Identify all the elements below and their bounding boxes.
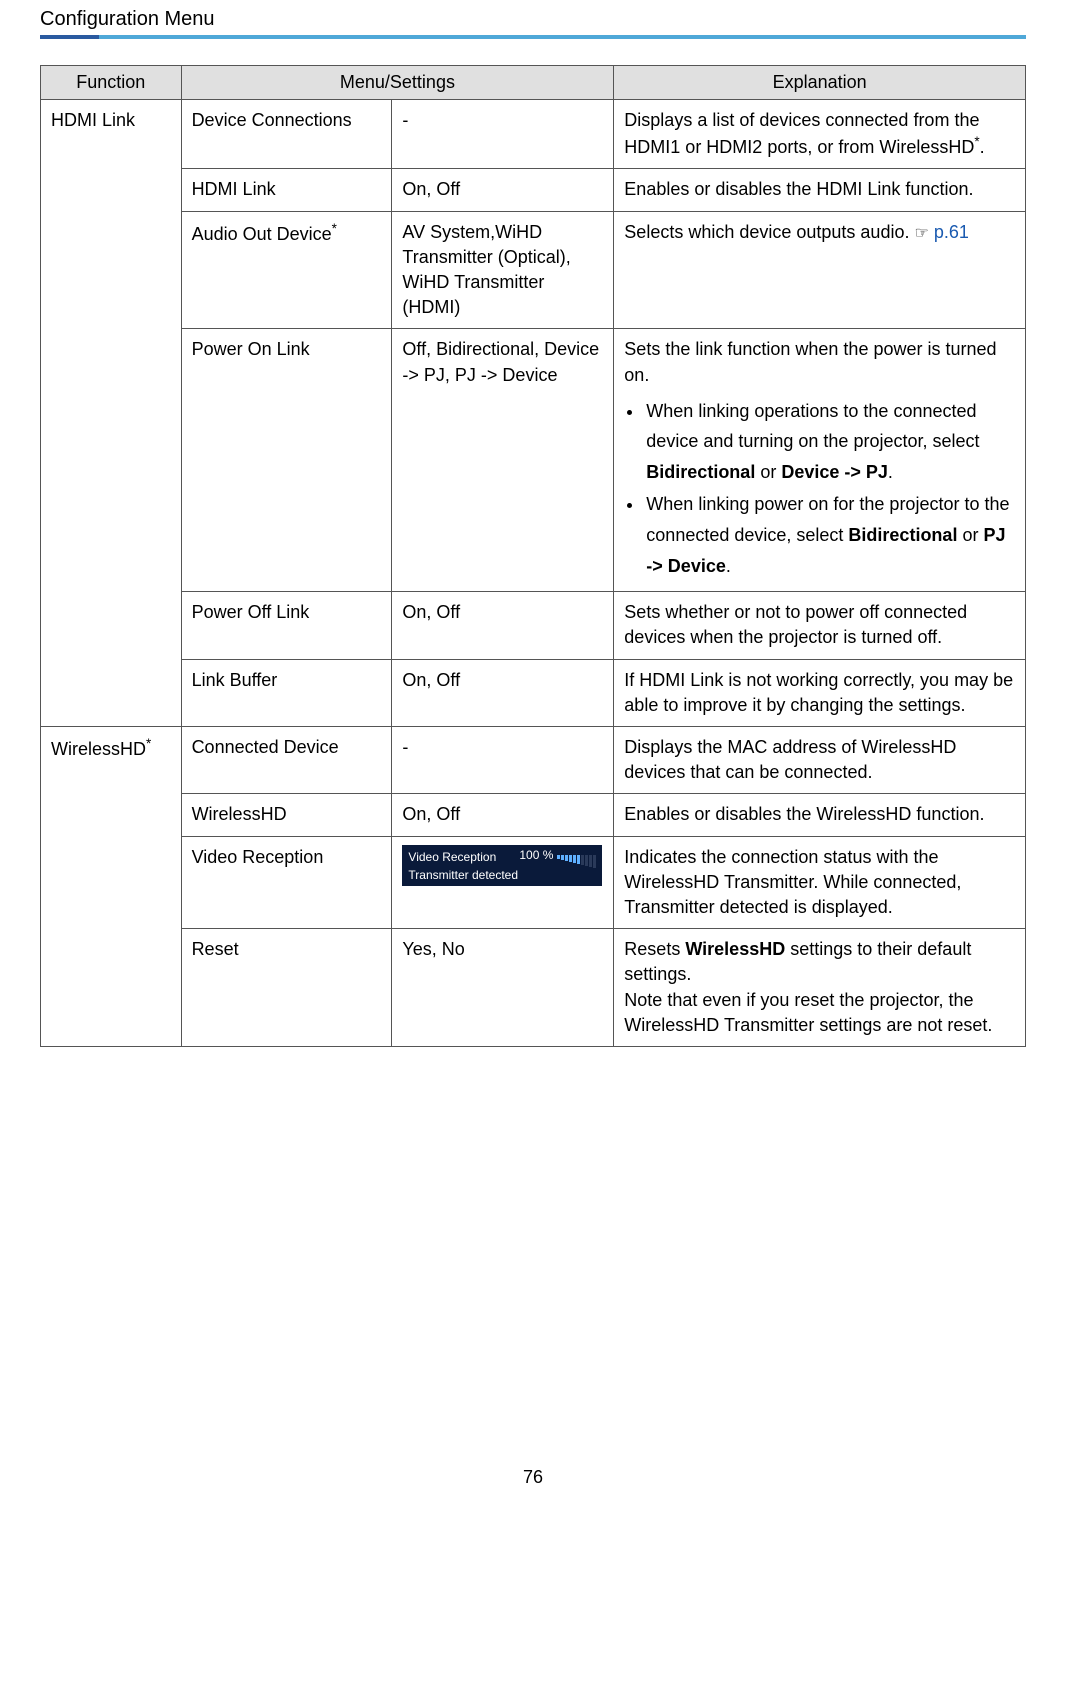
function-cell: HDMI Link — [41, 100, 182, 727]
menu-cell: Video Reception — [181, 836, 392, 929]
header-function: Function — [41, 66, 182, 100]
pointer-icon: ☞ — [914, 225, 928, 242]
settings-cell: - — [392, 727, 614, 794]
explanation-cell: Indicates the connection status with the… — [614, 836, 1026, 929]
table-row: Link BufferOn, OffIf HDMI Link is not wo… — [41, 659, 1026, 726]
table-row: WirelessHDOn, OffEnables or disables the… — [41, 794, 1026, 836]
video-reception-widget: Video Reception100 %Transmitter detected — [402, 845, 602, 887]
menu-cell: Audio Out Device* — [181, 211, 392, 329]
signal-bar-icon — [557, 855, 596, 868]
settings-cell: AV System,WiHD Transmitter (Optical), Wi… — [392, 211, 614, 329]
table-row: WirelessHD*Connected Device-Displays the… — [41, 727, 1026, 794]
page-link[interactable]: p.61 — [934, 222, 969, 242]
function-cell: WirelessHD* — [41, 727, 182, 1047]
menu-cell: Power On Link — [181, 329, 392, 592]
explanation-cell: If HDMI Link is not working correctly, y… — [614, 659, 1026, 726]
settings-cell: - — [392, 100, 614, 169]
explanation-cell: Enables or disables the WirelessHD funct… — [614, 794, 1026, 836]
settings-cell: On, Off — [392, 794, 614, 836]
explanation-cell: Selects which device outputs audio. ☞ p.… — [614, 211, 1026, 329]
settings-cell: On, Off — [392, 169, 614, 211]
table-row: Power On LinkOff, Bidirectional, Device … — [41, 329, 1026, 592]
page-title: Configuration Menu — [40, 0, 1026, 39]
table-row: HDMI LinkOn, OffEnables or disables the … — [41, 169, 1026, 211]
explanation-cell: Displays the MAC address of WirelessHD d… — [614, 727, 1026, 794]
table-row: ResetYes, NoResets WirelessHD settings t… — [41, 929, 1026, 1047]
explanation-cell: Displays a list of devices connected fro… — [614, 100, 1026, 169]
header-menu-settings: Menu/Settings — [181, 66, 614, 100]
table-row: Audio Out Device*AV System,WiHD Transmit… — [41, 211, 1026, 329]
menu-cell: Device Connections — [181, 100, 392, 169]
settings-cell: Off, Bidirectional, Device -> PJ, PJ -> … — [392, 329, 614, 592]
explanation-bullets: When linking operations to the connected… — [624, 396, 1015, 582]
explanation-cell: Sets whether or not to power off connect… — [614, 592, 1026, 659]
explanation-cell: Sets the link function when the power is… — [614, 329, 1026, 592]
settings-cell: Video Reception100 %Transmitter detected — [392, 836, 614, 929]
explanation-cell: Enables or disables the HDMI Link functi… — [614, 169, 1026, 211]
menu-cell: Connected Device — [181, 727, 392, 794]
menu-cell: HDMI Link — [181, 169, 392, 211]
page-number: 76 — [40, 1467, 1026, 1488]
menu-cell: Power Off Link — [181, 592, 392, 659]
config-table: Function Menu/Settings Explanation HDMI … — [40, 65, 1026, 1047]
settings-cell: On, Off — [392, 592, 614, 659]
table-row: Power Off LinkOn, OffSets whether or not… — [41, 592, 1026, 659]
explanation-cell: Resets WirelessHD settings to their defa… — [614, 929, 1026, 1047]
menu-cell: Reset — [181, 929, 392, 1047]
list-item: When linking power on for the projector … — [644, 489, 1015, 581]
table-row: Video ReceptionVideo Reception100 %Trans… — [41, 836, 1026, 929]
table-row: HDMI LinkDevice Connections-Displays a l… — [41, 100, 1026, 169]
list-item: When linking operations to the connected… — [644, 396, 1015, 488]
settings-cell: Yes, No — [392, 929, 614, 1047]
header-explanation: Explanation — [614, 66, 1026, 100]
table-header-row: Function Menu/Settings Explanation — [41, 66, 1026, 100]
menu-cell: WirelessHD — [181, 794, 392, 836]
menu-cell: Link Buffer — [181, 659, 392, 726]
settings-cell: On, Off — [392, 659, 614, 726]
